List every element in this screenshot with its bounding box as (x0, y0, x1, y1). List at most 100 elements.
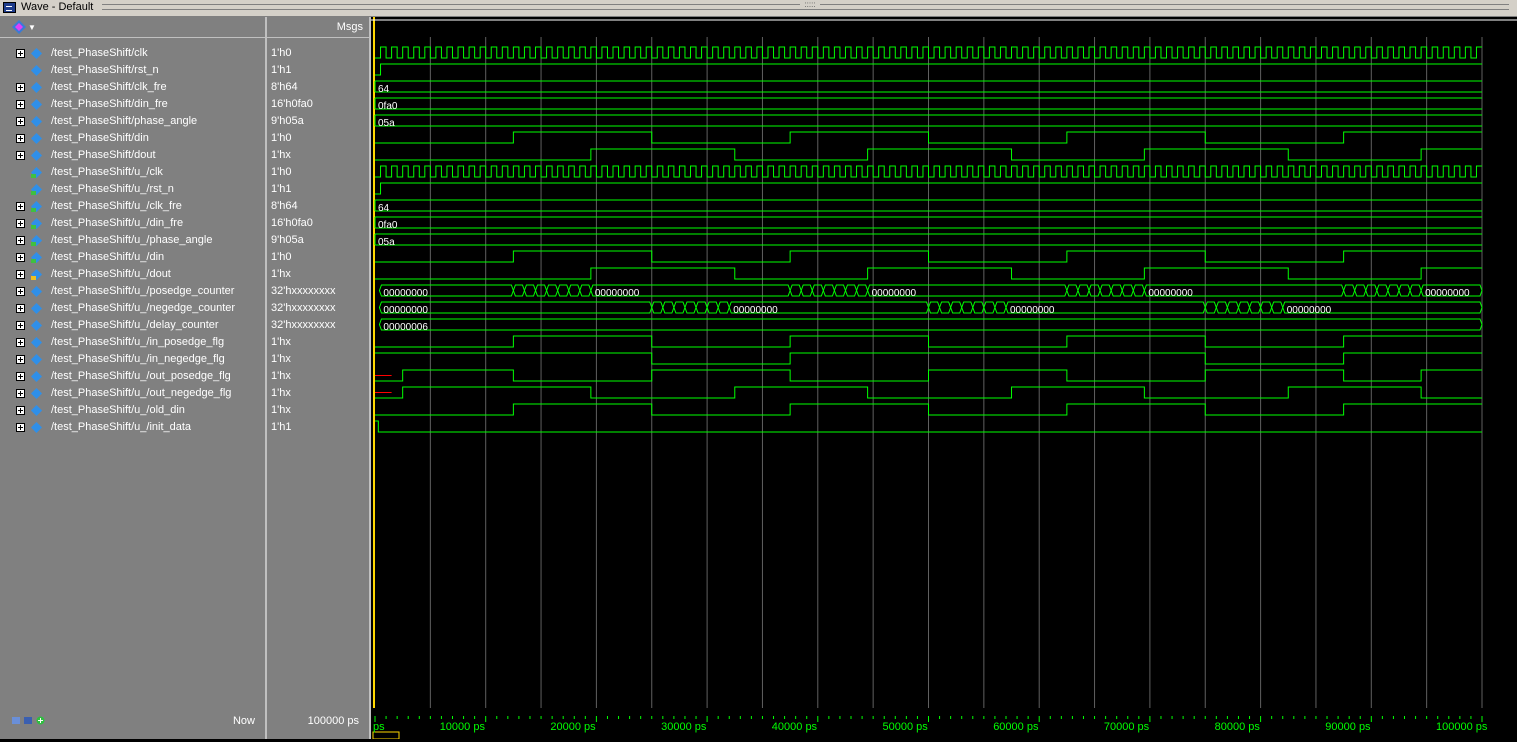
expand-icon[interactable] (16, 236, 25, 245)
signal-value-row[interactable]: 32'hxxxxxxxx (267, 283, 371, 300)
waveform-pane[interactable]: 64 0fa0 05a 64 0fa0 05a 00000000 00000000 000000… (371, 17, 1517, 708)
signal-row[interactable]: /test_PhaseShift/dout (0, 147, 267, 164)
expand-icon[interactable] (16, 372, 25, 381)
signal-row[interactable]: /test_PhaseShift/u_/out_posedge_flg (0, 368, 267, 385)
wave-format-icon[interactable] (12, 20, 26, 34)
expand-icon[interactable] (16, 389, 25, 398)
signal-icon (31, 48, 42, 59)
signal-values-pane[interactable]: Msgs 1'h0 1'h1 8'h64 16'h0fa0 9'h05a 1'h0 1'hx… (267, 17, 371, 708)
signal-row[interactable]: /test_PhaseShift/din (0, 130, 267, 147)
signal-row[interactable]: /test_PhaseShift/u_/old_din (0, 402, 267, 419)
signal-row[interactable]: /test_PhaseShift/u_/clk_fre (0, 198, 267, 215)
expand-icon[interactable] (16, 321, 25, 330)
expand-icon[interactable] (16, 355, 25, 364)
signal-value-row[interactable]: 1'hx (267, 334, 371, 351)
signal-row[interactable]: /test_PhaseShift/clk_fre (0, 79, 267, 96)
expand-icon[interactable] (16, 423, 25, 432)
signal-value-row[interactable]: 1'hx (267, 368, 371, 385)
signal-value: 32'hxxxxxxxx (271, 285, 336, 297)
chevron-down-icon[interactable]: ▼ (28, 23, 36, 32)
expand-icon[interactable] (16, 117, 25, 126)
time-tick-label: 80000 ps (1214, 721, 1260, 733)
signal-row[interactable]: /test_PhaseShift/u_/delay_counter (0, 317, 267, 334)
expand-icon[interactable] (16, 49, 25, 58)
expand-icon[interactable] (16, 219, 25, 228)
signal-row[interactable]: /test_PhaseShift/u_/init_data (0, 419, 267, 436)
signal-names-pane[interactable]: ▼ /test_PhaseShift/clk/test_PhaseShift/r… (0, 17, 267, 708)
cursor-add-icon[interactable] (12, 716, 21, 725)
signal-row[interactable]: /test_PhaseShift/u_/dout (0, 266, 267, 283)
signal-row[interactable]: /test_PhaseShift/clk (0, 45, 267, 62)
signal-value-row[interactable]: 1'hx (267, 147, 371, 164)
signal-row[interactable]: /test_PhaseShift/u_/phase_angle (0, 232, 267, 249)
signal-value-row[interactable]: 16'h0fa0 (267, 215, 371, 232)
signal-name: /test_PhaseShift/u_/din (51, 251, 165, 263)
expand-icon[interactable] (16, 134, 25, 143)
signal-row[interactable]: /test_PhaseShift/din_fre (0, 96, 267, 113)
signal-value-row[interactable]: 1'hx (267, 385, 371, 402)
negedge-counter-bus (1204, 301, 1217, 314)
signal-row[interactable]: /test_PhaseShift/u_/rst_n (0, 181, 267, 198)
window-titlebar[interactable]: Wave - Default ::::: (0, 0, 1517, 17)
signal-row[interactable]: /test_PhaseShift/u_/din_fre (0, 215, 267, 232)
signal-value: 16'h0fa0 (271, 98, 313, 110)
signal-value-row[interactable]: 1'h0 (267, 130, 371, 147)
signal-value-row[interactable]: 16'h0fa0 (267, 96, 371, 113)
signal-row[interactable]: /test_PhaseShift/rst_n (0, 62, 267, 79)
posedge-counter-bus (1398, 284, 1411, 297)
signal-value-row[interactable]: 32'hxxxxxxxx (267, 317, 371, 334)
signal-value-row[interactable]: 1'hx (267, 266, 371, 283)
expand-icon[interactable] (16, 304, 25, 313)
expand-icon[interactable] (16, 151, 25, 160)
signal-name: /test_PhaseShift/u_/din_fre (51, 217, 184, 229)
signal-value-row[interactable]: 8'h64 (267, 198, 371, 215)
cursor-marker[interactable] (372, 731, 400, 740)
signal-row[interactable]: /test_PhaseShift/u_/in_negedge_flg (0, 351, 267, 368)
signal-row[interactable]: /test_PhaseShift/phase_angle (0, 113, 267, 130)
bus-value-label: 00000000 (1148, 288, 1193, 299)
signal-icon (31, 303, 42, 314)
signal-value: 32'hxxxxxxxx (271, 302, 336, 314)
cursor-lock-icon[interactable] (24, 716, 33, 725)
waveform-canvas[interactable]: 64 0fa0 05a 64 0fa0 05a 00000000 00000000 000000… (371, 17, 1517, 708)
negedge-counter-bus (961, 301, 974, 314)
signal-value-row[interactable]: 1'h1 (267, 181, 371, 198)
expand-icon[interactable] (16, 100, 25, 109)
signal-value-row[interactable]: 1'h1 (267, 62, 371, 79)
time-axis[interactable]: ps 10000 ps 20000 ps 30000 ps 40000 ps 50000… (371, 708, 1517, 740)
signal-value-row[interactable]: 1'h0 (267, 249, 371, 266)
signal-row[interactable]: /test_PhaseShift/u_/posedge_counter (0, 283, 267, 300)
signal-row[interactable]: /test_PhaseShift/u_/out_negedge_flg (0, 385, 267, 402)
expand-icon[interactable] (16, 338, 25, 347)
signal-value-row[interactable]: 1'hx (267, 351, 371, 368)
signal-name: /test_PhaseShift/u_/in_posedge_flg (51, 336, 225, 348)
clk-waveform (375, 46, 1482, 59)
signal-row[interactable]: /test_PhaseShift/u_/din (0, 249, 267, 266)
signal-value-row[interactable]: 32'hxxxxxxxx (267, 300, 371, 317)
signal-row[interactable]: /test_PhaseShift/u_/clk (0, 164, 267, 181)
posedge-counter-bus (789, 284, 802, 297)
expand-icon[interactable] (16, 287, 25, 296)
signal-value-row[interactable]: 9'h05a (267, 113, 371, 130)
signal-value-row[interactable]: 1'h1 (267, 419, 371, 436)
signal-value: 9'h05a (271, 234, 304, 246)
signal-value-row[interactable]: 1'h0 (267, 45, 371, 62)
expand-icon[interactable] (16, 253, 25, 262)
signal-value-row[interactable]: 1'hx (267, 402, 371, 419)
add-cursor-icon[interactable] (36, 716, 45, 725)
time-tick-label: 70000 ps (1103, 721, 1150, 733)
signal-value-row[interactable]: 9'h05a (267, 232, 371, 249)
drag-handle-icon[interactable]: ::::: (800, 1, 820, 9)
expand-icon[interactable] (16, 83, 25, 92)
signal-row[interactable]: /test_PhaseShift/u_/in_posedge_flg (0, 334, 267, 351)
signal-value: 9'h05a (271, 115, 304, 127)
signal-value: 32'hxxxxxxxx (271, 319, 336, 331)
signal-value-row[interactable]: 8'h64 (267, 79, 371, 96)
expand-icon[interactable] (16, 270, 25, 279)
negedge-counter-bus (717, 301, 730, 314)
negedge-counter-bus (706, 301, 719, 314)
expand-icon[interactable] (16, 202, 25, 211)
expand-icon[interactable] (16, 406, 25, 415)
signal-row[interactable]: /test_PhaseShift/u_/negedge_counter (0, 300, 267, 317)
signal-value-row[interactable]: 1'h0 (267, 164, 371, 181)
